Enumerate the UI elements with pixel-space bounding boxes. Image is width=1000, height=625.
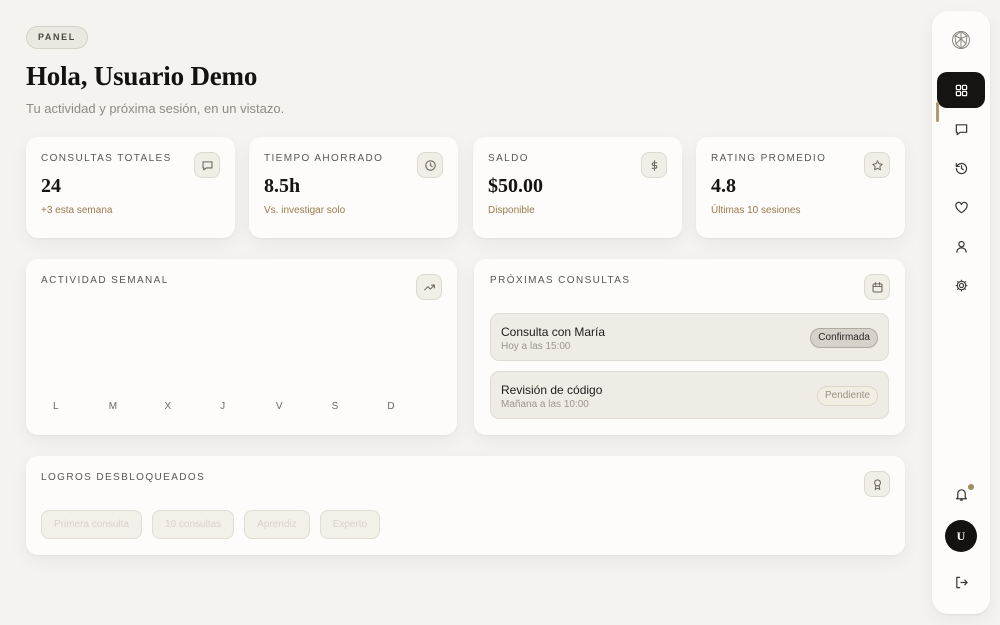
consultation-item[interactable]: Revisión de código Mañana a las 10:00 Pe… <box>490 371 889 419</box>
stat-label: CONSULTAS TOTALES <box>41 153 172 164</box>
user-icon <box>955 240 967 253</box>
stat-value: 8.5h <box>264 175 301 197</box>
weekday-label: S <box>331 401 339 412</box>
award-icon <box>864 471 890 497</box>
calendar-icon[interactable] <box>864 274 890 300</box>
page-title: Hola, Usuario Demo <box>26 61 258 91</box>
stat-label: TIEMPO AHORRADO <box>264 153 384 164</box>
dashboard-icon <box>955 84 967 96</box>
notifications-button[interactable] <box>937 476 985 512</box>
achievements-label: LOGROS DESBLOQUEADOS <box>41 472 206 483</box>
star-icon <box>864 152 890 178</box>
consultation-time: Hoy a las 15:00 <box>501 341 571 352</box>
chat-icon <box>194 152 220 178</box>
status-badge: Confirmada <box>810 328 878 348</box>
main-content: PANEL Hola, Usuario Demo Tu actividad y … <box>26 26 906 116</box>
stat-value: 24 <box>41 175 61 197</box>
weekday-label: V <box>275 401 283 412</box>
stat-sub: Disponible <box>488 205 535 216</box>
stat-sub: Vs. investigar solo <box>264 205 346 216</box>
avatar[interactable]: U <box>945 520 977 552</box>
achievement-badge: 10 consultas <box>152 510 235 539</box>
logout-button[interactable] <box>937 564 985 600</box>
stat-label: RATING PROMEDIO <box>711 153 827 164</box>
stat-sub: Últimas 10 sesiones <box>711 205 801 216</box>
clock-icon <box>417 152 443 178</box>
weekly-activity-card: ACTIVIDAD SEMANAL L M X J V S D <box>26 259 457 435</box>
upcoming-consultations-card: PRÓXIMAS CONSULTAS Consulta con María Ho… <box>474 259 905 435</box>
heart-icon <box>954 201 968 213</box>
chat-icon <box>955 123 967 135</box>
upcoming-label: PRÓXIMAS CONSULTAS <box>490 275 631 286</box>
stat-card-time-saved: TIEMPO AHORRADO 8.5h Vs. investigar solo <box>249 137 458 238</box>
consultation-name: Revisión de código <box>501 383 603 397</box>
sidebar: U <box>932 11 990 614</box>
bell-icon <box>955 488 967 501</box>
achievement-badge: Aprendiz <box>244 510 310 539</box>
logo-icon[interactable] <box>937 22 985 58</box>
weekday-axis: L M X J V S D <box>26 401 457 412</box>
logout-icon <box>955 576 968 588</box>
weekday-label: X <box>164 401 172 412</box>
consultation-name: Consulta con María <box>501 325 606 339</box>
achievement-badge: Experto <box>319 510 381 539</box>
stat-value: $50.00 <box>488 175 543 197</box>
weekday-label: L <box>53 401 59 412</box>
achievement-list: Primera consulta 10 consultas Aprendiz E… <box>41 510 381 539</box>
weekday-label: M <box>108 401 118 412</box>
weekday-label: D <box>387 401 395 412</box>
achievements-card: LOGROS DESBLOQUEADOS Primera consulta 10… <box>26 456 905 555</box>
stat-card-balance: SALDO $50.00 Disponible <box>473 137 682 238</box>
stat-card-rating: RATING PROMEDIO 4.8 Últimas 10 sesiones <box>696 137 905 238</box>
notification-dot <box>968 484 974 490</box>
nav-dashboard[interactable] <box>937 72 985 108</box>
stat-label: SALDO <box>488 153 529 164</box>
gear-icon <box>955 279 967 291</box>
stat-value: 4.8 <box>711 175 736 197</box>
trending-up-icon[interactable] <box>416 274 442 300</box>
consultation-time: Mañana a las 10:00 <box>501 399 589 410</box>
nav-favorites[interactable] <box>937 189 985 225</box>
nav-settings[interactable] <box>937 267 985 303</box>
stat-sub: +3 esta semana <box>41 205 113 216</box>
dollar-icon <box>641 152 667 178</box>
consultation-item[interactable]: Consulta con María Hoy a las 15:00 Confi… <box>490 313 889 361</box>
weekday-label: J <box>220 401 226 412</box>
nav-history[interactable] <box>937 150 985 186</box>
stat-card-consultations: CONSULTAS TOTALES 24 +3 esta semana <box>26 137 235 238</box>
status-badge: Pendiente <box>816 386 878 406</box>
page-subtitle: Tu actividad y próxima sesión, en un vis… <box>26 101 285 116</box>
weekly-activity-label: ACTIVIDAD SEMANAL <box>41 275 169 286</box>
panel-chip: PANEL <box>26 26 88 49</box>
achievement-badge: Primera consulta <box>41 510 143 539</box>
nav-messages[interactable] <box>937 111 985 147</box>
history-icon <box>955 162 967 174</box>
nav-profile[interactable] <box>937 228 985 264</box>
